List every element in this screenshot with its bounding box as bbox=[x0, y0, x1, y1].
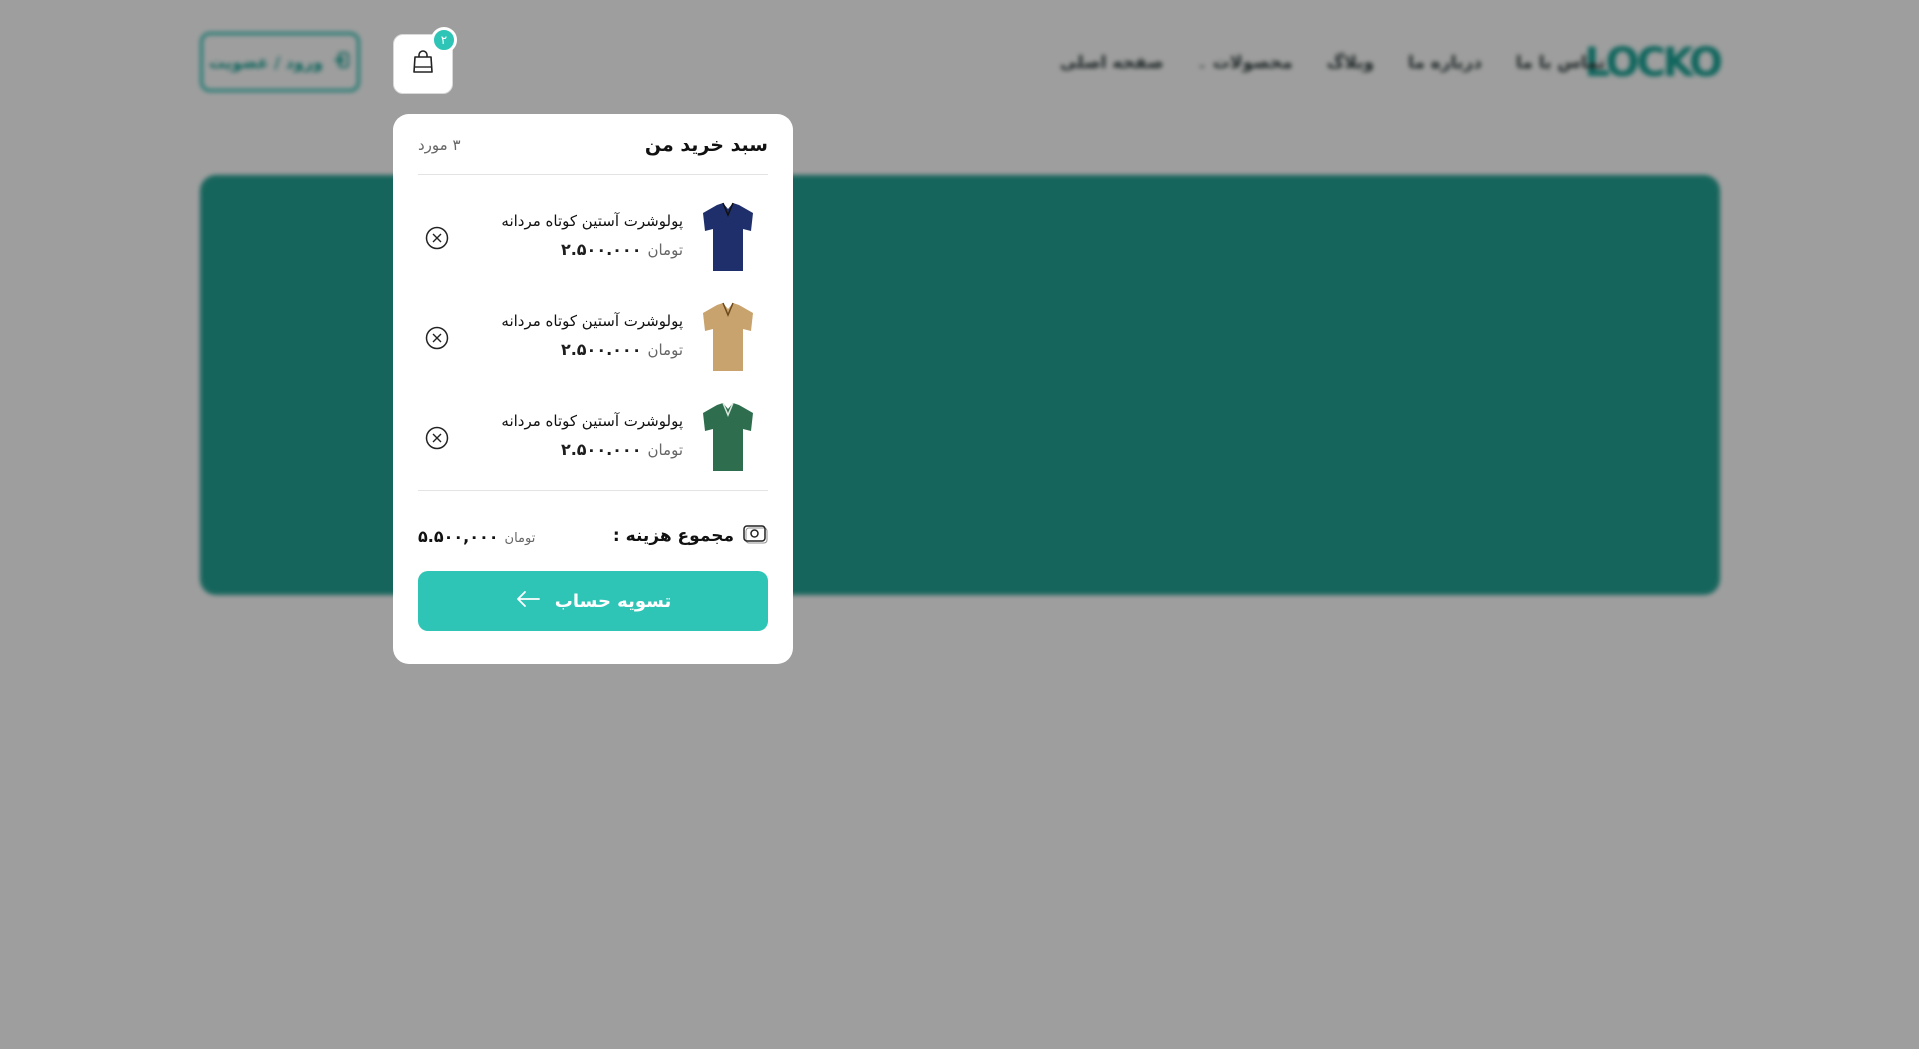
checkout-button-label: تسویه حساب bbox=[554, 590, 672, 612]
total-label: مجموع هزینه : bbox=[612, 526, 734, 546]
divider bbox=[418, 174, 768, 175]
remove-item-button[interactable] bbox=[424, 325, 450, 351]
product-price: ۲.۵۰۰.۰۰۰ تومان bbox=[561, 340, 683, 359]
product-price: ۲.۵۰۰.۰۰۰ تومان bbox=[561, 240, 683, 259]
product-name[interactable]: پولوشرت آستین کوتاه مردانه bbox=[501, 412, 683, 430]
total-value: ۵.۵۰۰,۰۰۰ bbox=[418, 526, 499, 546]
cart-total: ۵.۵۰۰,۰۰۰ تومان مجموع هزینه : bbox=[418, 516, 768, 556]
remove-item-button[interactable] bbox=[424, 225, 450, 251]
cart-item-count: ۳ مورد bbox=[418, 136, 461, 154]
money-icon bbox=[742, 523, 768, 549]
product-price: ۲.۵۰۰.۰۰۰ تومان bbox=[561, 440, 683, 459]
price-value: ۲.۵۰۰.۰۰۰ bbox=[560, 240, 642, 259]
cart-item: پولوشرت آستین کوتاه مردانه ۲.۵۰۰.۰۰۰ توم… bbox=[418, 292, 768, 382]
price-currency: تومان bbox=[647, 441, 683, 459]
cart-header: ۳ مورد سبد خرید من bbox=[418, 128, 768, 162]
shopping-bag-icon bbox=[411, 49, 435, 79]
cart-count-badge: ۲ bbox=[431, 27, 457, 53]
product-image[interactable] bbox=[688, 392, 768, 482]
price-value: ۲.۵۰۰.۰۰۰ bbox=[560, 440, 642, 459]
arrow-left-icon bbox=[515, 590, 541, 613]
product-name[interactable]: پولوشرت آستین کوتاه مردانه bbox=[501, 312, 683, 330]
product-name[interactable]: پولوشرت آستین کوتاه مردانه bbox=[501, 212, 683, 230]
total-amount: ۵.۵۰۰,۰۰۰ تومان bbox=[418, 527, 535, 546]
total-label-group: مجموع هزینه : bbox=[613, 523, 768, 549]
modal-overlay[interactable] bbox=[0, 0, 1919, 1049]
remove-item-button[interactable] bbox=[424, 425, 450, 451]
total-currency: تومان bbox=[504, 530, 536, 546]
cart-item: پولوشرت آستین کوتاه مردانه ۲.۵۰۰.۰۰۰ توم… bbox=[418, 192, 768, 282]
close-circle-icon bbox=[425, 326, 449, 350]
close-circle-icon bbox=[425, 426, 449, 450]
cart-item: پولوشرت آستین کوتاه مردانه ۲.۵۰۰.۰۰۰ توم… bbox=[418, 392, 768, 482]
close-circle-icon bbox=[425, 226, 449, 250]
cart-dropdown: ۳ مورد سبد خرید من پولوشرت آستین کوتاه م… bbox=[393, 114, 793, 664]
product-image[interactable] bbox=[688, 292, 768, 382]
price-currency: تومان bbox=[647, 341, 683, 359]
checkout-button[interactable]: تسویه حساب bbox=[418, 571, 768, 631]
polo-shirt-icon bbox=[703, 402, 753, 471]
polo-shirt-icon bbox=[703, 302, 753, 371]
divider bbox=[418, 490, 768, 491]
cart-title: سبد خرید من bbox=[644, 134, 768, 156]
price-currency: تومان bbox=[647, 241, 683, 259]
product-image[interactable] bbox=[688, 192, 768, 282]
polo-shirt-icon bbox=[703, 202, 753, 271]
price-value: ۲.۵۰۰.۰۰۰ bbox=[560, 340, 642, 359]
